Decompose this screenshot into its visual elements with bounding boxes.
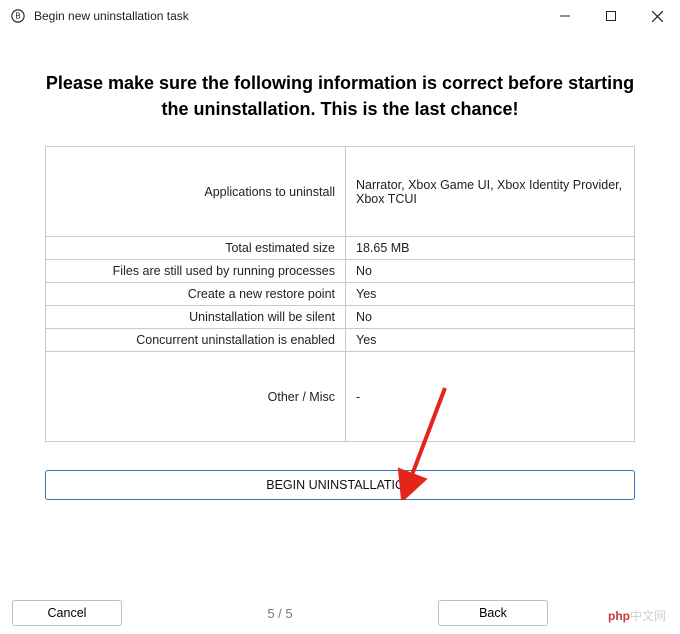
row-label: Other / Misc <box>46 352 346 442</box>
row-label: Applications to uninstall <box>46 147 346 237</box>
row-label: Files are still used by running processe… <box>46 260 346 283</box>
table-row: Applications to uninstall Narrator, Xbox… <box>46 147 635 237</box>
table-row: Concurrent uninstallation is enabled Yes <box>46 329 635 352</box>
row-label: Uninstallation will be silent <box>46 306 346 329</box>
back-button[interactable]: Back <box>438 600 548 626</box>
table-row: Files are still used by running processe… <box>46 260 635 283</box>
content-area: Please make sure the following informati… <box>0 32 680 500</box>
svg-text:B: B <box>15 12 20 21</box>
row-value: Yes <box>346 329 635 352</box>
step-indicator: 5 / 5 <box>134 606 426 621</box>
row-value: No <box>346 260 635 283</box>
begin-uninstallation-button[interactable]: BEGIN UNINSTALLATION <box>45 470 635 500</box>
footer-bar: Cancel 5 / 5 Back Continue <box>0 600 680 626</box>
maximize-button[interactable] <box>588 0 634 32</box>
cancel-button[interactable]: Cancel <box>12 600 122 626</box>
titlebar: B Begin new uninstallation task <box>0 0 680 32</box>
row-label: Total estimated size <box>46 237 346 260</box>
row-value: - <box>346 352 635 442</box>
window-title: Begin new uninstallation task <box>34 9 189 23</box>
row-value: Narrator, Xbox Game UI, Xbox Identity Pr… <box>346 147 635 237</box>
row-value: Yes <box>346 283 635 306</box>
row-label: Create a new restore point <box>46 283 346 306</box>
minimize-button[interactable] <box>542 0 588 32</box>
table-row: Other / Misc - <box>46 352 635 442</box>
table-row: Total estimated size 18.65 MB <box>46 237 635 260</box>
table-row: Uninstallation will be silent No <box>46 306 635 329</box>
summary-table: Applications to uninstall Narrator, Xbox… <box>45 146 635 442</box>
page-heading: Please make sure the following informati… <box>45 70 635 122</box>
row-label: Concurrent uninstallation is enabled <box>46 329 346 352</box>
window-controls <box>542 0 680 32</box>
row-value: 18.65 MB <box>346 237 635 260</box>
app-icon: B <box>10 8 26 24</box>
table-row: Create a new restore point Yes <box>46 283 635 306</box>
row-value: No <box>346 306 635 329</box>
close-button[interactable] <box>634 0 680 32</box>
